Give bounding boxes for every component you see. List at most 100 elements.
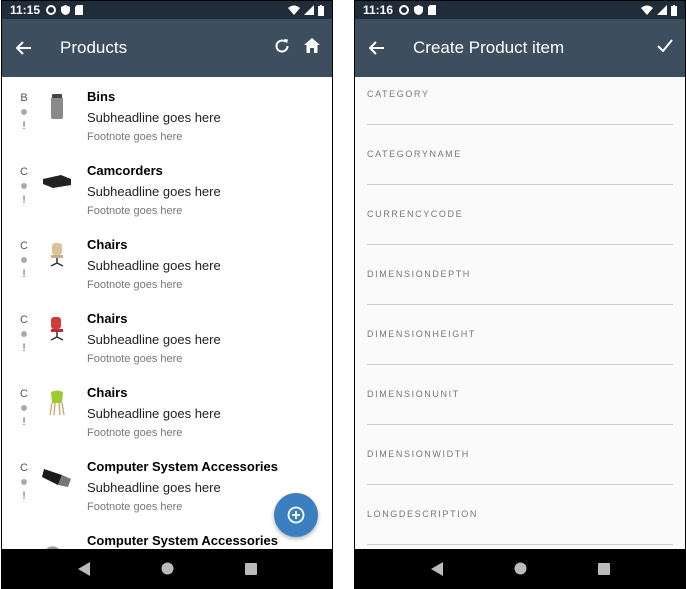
back-button[interactable]: [365, 36, 389, 60]
field-longdescription[interactable]: LONGDESCRIPTION: [367, 497, 673, 551]
status-dot-icon: [21, 257, 27, 263]
field-currencycode[interactable]: CURRENCYCODE: [367, 197, 673, 257]
nav-back-icon[interactable]: [430, 561, 443, 576]
field-underline: [367, 184, 673, 185]
status-dot-icon: [21, 183, 27, 189]
item-title: Chairs: [87, 237, 128, 252]
status-time: 11:15: [10, 3, 41, 17]
product-form: CATEGORY CATEGORYNAME CURRENCYCODE DIMEN…: [355, 77, 685, 551]
add-button[interactable]: [274, 493, 318, 537]
field-dimensionwidth[interactable]: DIMENSIONWIDTH: [367, 437, 673, 497]
chair-beige-image: [40, 239, 74, 271]
item-mark: !: [22, 194, 26, 206]
status-badge: C !: [19, 239, 29, 281]
field-underline: [367, 424, 673, 425]
wifi-icon: [288, 5, 300, 15]
nav-recents-icon[interactable]: [597, 562, 610, 575]
wifi-icon: [641, 5, 653, 15]
status-badge: C !: [19, 313, 29, 355]
gear-icon: [46, 5, 57, 15]
status-dot-icon: [21, 331, 27, 337]
item-title: Computer System Accessories: [87, 459, 278, 474]
system-nav-bar: [355, 549, 685, 588]
item-footnote: Footnote goes here: [87, 131, 183, 143]
item-title: Chairs: [87, 385, 128, 400]
nav-home-icon[interactable]: [514, 562, 527, 575]
add-circle-icon: [287, 506, 305, 524]
item-footnote: Footnote goes here: [87, 279, 183, 291]
app-toolbar: Create Product item: [355, 19, 685, 77]
field-underline: [367, 484, 673, 485]
item-initial: C: [20, 240, 28, 252]
list-item[interactable]: C ! Chairs Subheadline goes here Footnot…: [2, 225, 332, 299]
nav-recents-icon[interactable]: [244, 562, 257, 575]
status-badge: C !: [19, 387, 29, 429]
list-item[interactable]: B ! Bins Subheadline goes here Footnote …: [2, 77, 332, 151]
status-time: 11:16: [363, 3, 394, 17]
check-icon: [657, 39, 673, 53]
status-bar: 11:15: [2, 1, 332, 19]
item-footnote: Footnote goes here: [87, 427, 183, 439]
item-mark: !: [22, 268, 26, 280]
field-underline: [367, 304, 673, 305]
field-label: CATEGORYNAME: [367, 149, 462, 159]
signal-icon: [304, 5, 314, 15]
field-underline: [367, 124, 673, 125]
field-underline: [367, 364, 673, 365]
field-dimensiondepth[interactable]: DIMENSIONDEPTH: [367, 257, 673, 317]
status-bar: 11:16: [355, 1, 685, 19]
list-item[interactable]: C ! Chairs Subheadline goes here Footnot…: [2, 373, 332, 447]
field-label: DIMENSIONWIDTH: [367, 449, 470, 459]
app-toolbar: Products: [2, 19, 332, 77]
field-underline: [367, 244, 673, 245]
confirm-button[interactable]: [657, 39, 673, 57]
nav-back-icon[interactable]: [77, 561, 90, 576]
status-badge: C !: [19, 461, 29, 503]
shield-icon: [414, 5, 424, 15]
item-title: Chairs: [87, 311, 128, 326]
bin-image: [40, 91, 74, 123]
home-button[interactable]: [304, 38, 320, 58]
field-label: CURRENCYCODE: [367, 209, 464, 219]
item-title: Bins: [87, 89, 116, 104]
back-button[interactable]: [12, 36, 36, 60]
nav-home-icon[interactable]: [161, 562, 174, 575]
item-mark: !: [22, 342, 26, 354]
field-dimensionunit[interactable]: DIMENSIONUNIT: [367, 377, 673, 437]
item-initial: C: [20, 388, 28, 400]
item-footnote: Footnote goes here: [87, 353, 183, 365]
refresh-icon: [275, 38, 289, 53]
product-list: B ! Bins Subheadline goes here Footnote …: [2, 77, 332, 551]
battery-icon: [318, 4, 324, 16]
list-item[interactable]: C ! Chairs Subheadline goes here Footnot…: [2, 299, 332, 373]
system-nav-bar: [2, 549, 332, 588]
signal-icon: [657, 5, 667, 15]
create-product-screen: 11:16 Create Product item CATEGORY CATEG…: [354, 0, 686, 589]
item-mark: !: [22, 490, 26, 502]
refresh-button[interactable]: [274, 38, 290, 59]
gear-icon: [399, 5, 410, 15]
sim-card-icon: [428, 5, 437, 15]
field-dimensionheight[interactable]: DIMENSIONHEIGHT: [367, 317, 673, 377]
page-title: Products: [60, 38, 128, 57]
item-title: Computer System Accessories: [87, 533, 278, 548]
battery-icon: [671, 4, 677, 16]
arrow-left-icon: [369, 41, 384, 55]
list-item[interactable]: C ! Camcorders Subheadline goes here Foo…: [2, 151, 332, 225]
page-title: Create Product item: [413, 38, 565, 57]
home-icon: [304, 38, 320, 53]
item-subtitle: Subheadline goes here: [87, 332, 221, 347]
status-badge: B !: [19, 91, 29, 133]
status-dot-icon: [21, 405, 27, 411]
sim-card-icon: [75, 5, 84, 15]
camcorder-image: [40, 165, 74, 197]
field-label: DIMENSIONDEPTH: [367, 269, 471, 279]
field-categoryname[interactable]: CATEGORYNAME: [367, 137, 673, 197]
item-subtitle: Subheadline goes here: [87, 184, 221, 199]
status-dot-icon: [21, 109, 27, 115]
chair-green-image: [40, 387, 74, 419]
field-category[interactable]: CATEGORY: [367, 77, 673, 137]
usb-stick-image: [40, 461, 74, 493]
item-subtitle: Subheadline goes here: [87, 480, 221, 495]
item-initial: C: [20, 166, 28, 178]
